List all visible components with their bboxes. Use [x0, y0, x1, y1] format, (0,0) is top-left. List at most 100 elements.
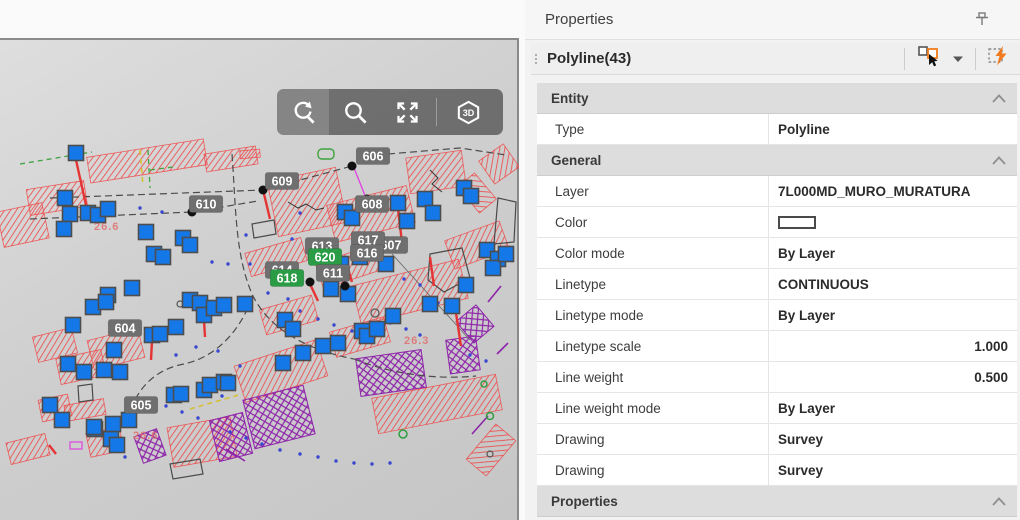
point-label-616[interactable]: 616 — [350, 245, 384, 262]
survey-point-marker[interactable] — [400, 214, 415, 229]
survey-point-marker[interactable] — [99, 295, 114, 310]
collapse-chevron-icon[interactable] — [992, 156, 1006, 165]
survey-point-marker[interactable] — [87, 420, 102, 435]
property-value[interactable]: By Layer — [769, 393, 1017, 423]
survey-point-marker[interactable] — [486, 261, 501, 276]
survey-point-marker[interactable] — [57, 222, 72, 237]
property-value[interactable]: Survey — [769, 455, 1017, 485]
survey-point-marker[interactable] — [386, 309, 401, 324]
point-node[interactable] — [341, 282, 350, 291]
survey-point-marker[interactable] — [61, 357, 76, 372]
red-polyline[interactable] — [264, 194, 270, 219]
property-value[interactable]: CONTINUOUS — [769, 269, 1017, 299]
drag-handle-icon[interactable] — [535, 54, 539, 64]
survey-point-marker[interactable] — [55, 413, 70, 428]
svg-text:3D: 3D — [462, 108, 474, 118]
survey-point-marker[interactable] — [69, 146, 84, 161]
point-label-609[interactable]: 609 — [265, 173, 299, 190]
survey-point-marker[interactable] — [203, 378, 218, 393]
survey-point-marker[interactable] — [169, 320, 184, 335]
property-value[interactable] — [769, 207, 1017, 237]
section-header-properties[interactable]: Properties — [537, 486, 1017, 517]
survey-point-marker[interactable] — [125, 281, 140, 296]
survey-point-marker[interactable] — [423, 297, 438, 312]
survey-point-marker[interactable] — [331, 336, 346, 351]
red-polyline[interactable] — [151, 341, 152, 360]
select-objects-button[interactable] — [911, 45, 947, 73]
survey-point-marker[interactable] — [43, 398, 58, 413]
survey-point-marker[interactable] — [113, 365, 128, 380]
property-label: Drawing — [537, 455, 769, 485]
survey-point-marker[interactable] — [370, 322, 385, 337]
survey-point-marker[interactable] — [58, 191, 73, 206]
point-label-618[interactable]: 618 — [270, 270, 304, 287]
survey-point-marker[interactable] — [499, 247, 514, 262]
survey-point-marker[interactable] — [445, 299, 460, 314]
point-label-620[interactable]: 620 — [308, 249, 342, 266]
survey-point-marker[interactable] — [316, 339, 331, 354]
survey-point-marker[interactable] — [418, 192, 433, 207]
survey-point-marker[interactable] — [217, 298, 232, 313]
property-value[interactable]: Polyline — [769, 114, 1017, 144]
point-node[interactable] — [306, 278, 315, 287]
collapse-chevron-icon[interactable] — [992, 94, 1006, 103]
survey-point-marker[interactable] — [174, 387, 189, 402]
survey-point-marker[interactable] — [286, 322, 301, 337]
survey-point-marker[interactable] — [106, 417, 121, 432]
section-label: Entity — [551, 91, 589, 106]
survey-point-marker[interactable] — [426, 206, 441, 221]
zoom-button[interactable] — [329, 89, 381, 135]
drawing-viewport[interactable]: 26.626.326.66066096106086076136176166206… — [0, 38, 519, 520]
property-value[interactable]: By Layer — [769, 300, 1017, 330]
survey-point-marker[interactable] — [391, 196, 406, 211]
survey-point-marker[interactable] — [77, 365, 92, 380]
survey-point-marker[interactable] — [97, 363, 112, 378]
survey-point-marker[interactable] — [345, 211, 360, 226]
survey-point-marker[interactable] — [276, 356, 291, 371]
section-header-general[interactable]: General — [537, 145, 1017, 176]
property-row-line-weight-mode: Line weight modeBy Layer — [537, 393, 1017, 424]
point-label-611[interactable]: 611 — [316, 265, 350, 282]
zoom-extents-button[interactable] — [381, 89, 433, 135]
survey-dot — [418, 283, 421, 286]
zoom-previous-button[interactable] — [277, 89, 329, 135]
view-3d-button[interactable]: 3D — [440, 89, 496, 135]
property-value[interactable]: 7L000MD_MURO_MURATURA — [769, 176, 1017, 206]
property-value[interactable]: Survey — [769, 424, 1017, 454]
property-value[interactable]: 1.000 — [769, 331, 1017, 361]
color-swatch[interactable] — [778, 216, 816, 229]
survey-point-marker[interactable] — [139, 225, 154, 240]
svg-text:618: 618 — [277, 272, 298, 286]
survey-point-marker[interactable] — [110, 438, 125, 453]
point-node[interactable] — [348, 162, 357, 171]
survey-point-marker[interactable] — [153, 327, 168, 342]
quick-select-button[interactable] — [982, 45, 1016, 73]
survey-point-marker[interactable] — [156, 250, 171, 265]
pin-panel-button[interactable] — [972, 10, 992, 30]
survey-point-marker[interactable] — [238, 297, 253, 312]
point-label-608[interactable]: 608 — [355, 196, 389, 213]
property-value[interactable]: By Layer — [769, 238, 1017, 268]
point-label-606[interactable]: 606 — [356, 148, 390, 165]
green-outline — [318, 149, 334, 159]
survey-point-marker[interactable] — [464, 189, 479, 204]
survey-point-marker[interactable] — [107, 343, 122, 358]
survey-point-marker[interactable] — [66, 318, 81, 333]
survey-point-marker[interactable] — [183, 238, 198, 253]
survey-point-marker[interactable] — [324, 282, 339, 297]
point-label-604[interactable]: 604 — [108, 320, 142, 337]
survey-point-marker[interactable] — [296, 346, 311, 361]
property-value[interactable]: 0.500 — [769, 362, 1017, 392]
point-label-605[interactable]: 605 — [124, 397, 158, 414]
survey-point-marker[interactable] — [101, 202, 116, 217]
survey-point-marker[interactable] — [459, 278, 474, 293]
survey-point-marker[interactable] — [122, 413, 137, 428]
red-polyline[interactable] — [49, 445, 56, 454]
section-header-entity[interactable]: Entity — [537, 83, 1017, 114]
survey-point-marker[interactable] — [63, 207, 78, 222]
collapse-chevron-icon[interactable] — [992, 497, 1006, 506]
selection-mode-dropdown[interactable] — [947, 45, 969, 73]
point-label-610[interactable]: 610 — [189, 196, 223, 213]
property-label: Line weight — [537, 362, 769, 392]
survey-point-marker[interactable] — [221, 376, 236, 391]
